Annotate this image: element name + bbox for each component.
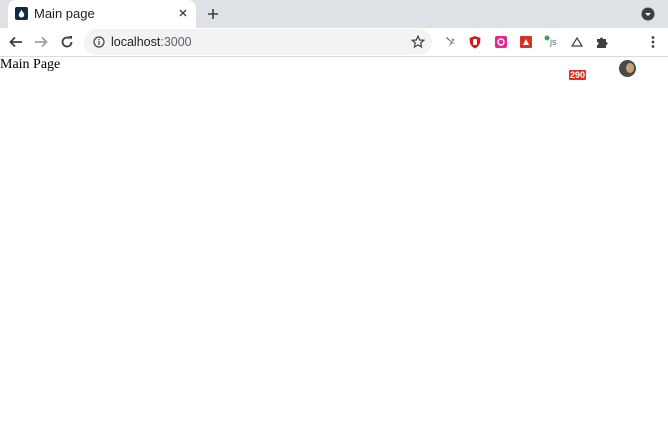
ublock-extension-icon[interactable] [467,34,483,50]
new-tab-button[interactable] [203,4,223,24]
tab-strip: Main page [0,0,668,28]
back-button[interactable] [6,32,26,52]
extension-badge: 290 [569,70,587,80]
chevron-down-circle-icon [641,7,655,21]
more-vert-icon[interactable] [645,34,661,50]
avatar[interactable] [619,60,636,77]
arrow-left-icon [9,36,22,48]
js-extension-label: js [550,37,557,47]
plus-icon [208,9,218,19]
js-extension-icon[interactable]: js [543,34,561,50]
star-icon[interactable] [410,34,426,50]
url-host: localhost [111,35,161,49]
reload-icon [61,36,73,48]
tab-title: Main page [34,6,95,21]
puzzle-icon[interactable] [594,34,610,50]
arrow-right-icon [35,36,48,48]
info-icon[interactable] [92,35,106,49]
address-bar[interactable]: localhost:3000 [84,29,432,55]
url-port: :3000 [160,35,192,49]
forward-button[interactable] [31,32,51,52]
hummingbird-extension-icon[interactable] [442,34,458,50]
tab-main-page[interactable]: Main page [8,0,196,28]
red-tool-extension-icon[interactable] [518,34,534,50]
url-text[interactable]: localhost:3000 [111,35,192,49]
close-icon[interactable] [175,5,191,21]
page-heading: Main Page [0,57,61,72]
warning-extension-icon[interactable] [569,34,585,50]
tab-search-button[interactable] [640,6,656,22]
pink-gear-extension-icon[interactable] [493,34,509,50]
reload-button[interactable] [57,32,77,52]
drop-icon [15,7,28,20]
browser-toolbar: localhost:3000 js 290 [0,28,668,80]
avatar-face [626,63,634,73]
